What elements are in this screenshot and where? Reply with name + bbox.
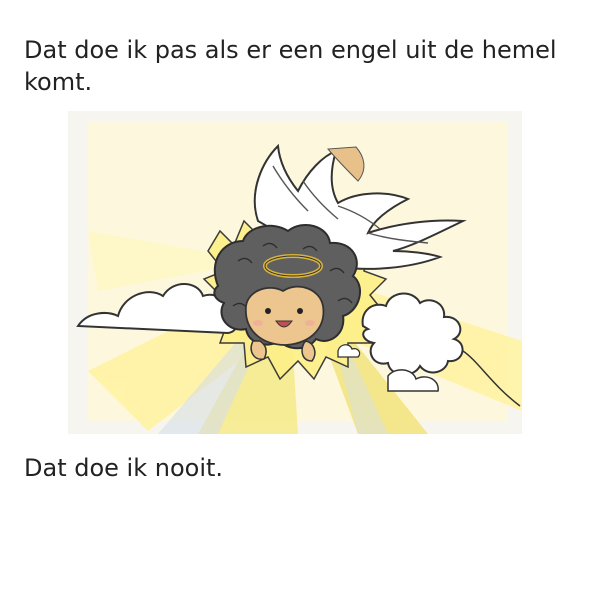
angel-drawing — [68, 111, 522, 434]
story-text-bottom: Dat doe ik nooit. — [24, 454, 224, 482]
angel-illustration — [68, 111, 522, 434]
story-text-top: Dat doe ik pas als er een engel uit de h… — [24, 36, 557, 96]
face-icon — [245, 285, 325, 346]
